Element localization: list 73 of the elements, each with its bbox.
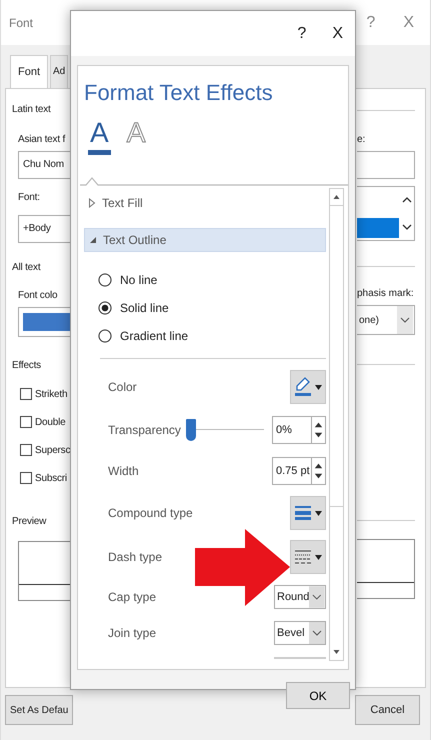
section-heading: Effects bbox=[11, 359, 41, 373]
help-button[interactable]: ? bbox=[297, 24, 306, 42]
compound-type-button[interactable] bbox=[290, 496, 326, 530]
pen-icon bbox=[294, 377, 312, 397]
field-label: Font colo bbox=[17, 289, 58, 303]
property-label: Transparency bbox=[108, 423, 182, 437]
field-label: e: bbox=[357, 133, 366, 147]
caret-icon bbox=[315, 510, 322, 516]
property-label: Width bbox=[108, 464, 140, 478]
stacked-lines-icon bbox=[294, 505, 312, 521]
chevron-down-icon bbox=[309, 622, 325, 644]
triangle-icon bbox=[89, 236, 97, 244]
field-label: Font: bbox=[17, 191, 40, 205]
dropdown[interactable]: Round bbox=[274, 585, 326, 609]
help-button[interactable]: ? bbox=[366, 14, 376, 32]
dropdown[interactable]: Bevel bbox=[274, 621, 326, 645]
dashed-lines-icon bbox=[294, 549, 312, 565]
list-selection bbox=[357, 218, 399, 238]
property-label: Dash type bbox=[108, 550, 164, 564]
icon-tab[interactable]: A bbox=[124, 116, 148, 155]
dash-type-button[interactable] bbox=[290, 540, 326, 574]
field-label: phasis mark: bbox=[357, 287, 414, 301]
icon-tab[interactable]: A bbox=[88, 116, 111, 155]
list-box[interactable] bbox=[357, 186, 415, 241]
property-label: Color bbox=[108, 380, 138, 394]
field-label: Asian text f bbox=[17, 133, 66, 147]
spin-field[interactable]: 0% bbox=[272, 416, 312, 444]
checkbox[interactable]: Striketh bbox=[20, 385, 68, 403]
close-button[interactable]: X bbox=[332, 24, 343, 42]
radio-circle-icon bbox=[98, 329, 112, 343]
spin-buttons[interactable] bbox=[312, 457, 326, 485]
radio-button[interactable]: Gradient line bbox=[98, 322, 188, 350]
checkbox[interactable]: Double bbox=[20, 413, 66, 431]
property-label: Join type bbox=[108, 626, 158, 640]
chevron-down-icon bbox=[309, 586, 325, 608]
section-heading: Latin text bbox=[11, 103, 51, 117]
preview-box bbox=[357, 539, 415, 599]
close-button[interactable]: X bbox=[403, 14, 414, 32]
tab[interactable]: Font bbox=[10, 55, 48, 88]
input-field[interactable] bbox=[357, 151, 415, 179]
radio-circle-icon bbox=[98, 301, 112, 315]
spin-field[interactable]: 0.75 pt bbox=[272, 457, 312, 485]
color-picker-button[interactable] bbox=[290, 370, 326, 404]
caret-icon bbox=[315, 384, 322, 390]
triangle-icon bbox=[88, 198, 96, 208]
property-label: Compound type bbox=[108, 506, 194, 520]
chevron-up-icon[interactable] bbox=[402, 196, 412, 204]
section-heading: Preview bbox=[11, 515, 46, 529]
chevron-down-icon[interactable] bbox=[402, 222, 412, 231]
set-default-button[interactable]: Set As Defau bbox=[5, 695, 74, 725]
slider[interactable] bbox=[186, 419, 264, 441]
chevron-down-icon bbox=[397, 306, 413, 334]
cancel-button[interactable]: Cancel bbox=[355, 695, 420, 725]
section-heading: All text bbox=[11, 261, 40, 275]
property-label: Cap type bbox=[108, 590, 158, 604]
dialog-title: Font bbox=[9, 16, 34, 30]
dropdown[interactable]: one) bbox=[357, 305, 415, 335]
radio-button[interactable]: No line bbox=[98, 266, 158, 294]
radio-circle-icon bbox=[98, 273, 112, 287]
ok-button[interactable]: OK bbox=[286, 682, 350, 709]
radio-button[interactable]: Solid line bbox=[98, 294, 169, 322]
color-dropdown[interactable] bbox=[18, 307, 71, 337]
pane-title: Format Text Effects bbox=[84, 79, 273, 107]
scrollbar-thumb[interactable] bbox=[330, 205, 343, 507]
checkbox[interactable]: Supersc bbox=[20, 441, 70, 459]
section-header[interactable]: Text Fill bbox=[84, 192, 326, 214]
slider-thumb[interactable] bbox=[186, 419, 196, 441]
caret-icon bbox=[315, 554, 322, 560]
tab[interactable]: Ad bbox=[50, 55, 68, 88]
checkbox[interactable]: Subscri bbox=[20, 469, 67, 487]
section-header[interactable]: Text Outline bbox=[84, 228, 326, 252]
scrollbar[interactable] bbox=[329, 188, 344, 661]
spin-buttons[interactable] bbox=[312, 416, 326, 444]
